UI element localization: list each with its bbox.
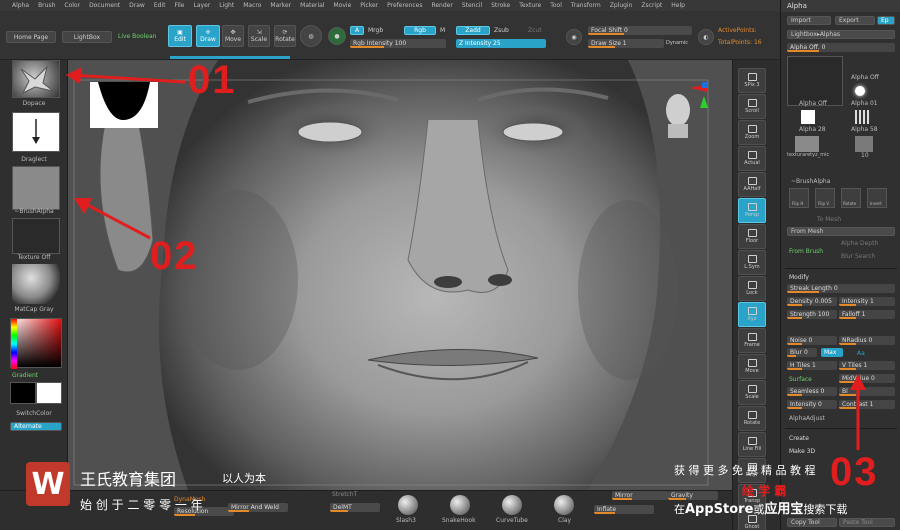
promo-or: 或: [753, 503, 765, 516]
brand-logo: W: [26, 462, 70, 506]
zbrush-window: Alpha Brush Color Document Draw Edit File Layer…: [0, 0, 900, 530]
brand-motto: 以人为本: [222, 472, 266, 485]
annotation-arrow-03: [850, 374, 866, 450]
annotation-label-02: 02: [150, 234, 199, 278]
brand-name: 王氏教育集团: [80, 470, 177, 489]
promo-line-1: 获 得 更 多 免 费 精 品 教 程: [674, 464, 816, 477]
promo-brand: 绘 学 霸: [742, 484, 787, 498]
annotation-label-03: 03: [830, 450, 879, 494]
brand-founded: 始 创 于 二 零 零 一 年: [80, 498, 203, 512]
promo-search: 搜索下载: [803, 503, 848, 516]
promo-yingyongbao: 应用宝: [764, 502, 804, 517]
annotation-arrow-01: [66, 67, 186, 84]
promo-in: 在: [674, 503, 685, 516]
annotation-overlay: [66, 67, 866, 450]
promo-line-3: 在AppStore或应用宝搜索下载: [674, 498, 847, 517]
annotation-arrow-02: [74, 198, 151, 240]
annotation-label-01: 01: [188, 58, 237, 102]
promo-appstore: AppStore: [685, 502, 754, 517]
